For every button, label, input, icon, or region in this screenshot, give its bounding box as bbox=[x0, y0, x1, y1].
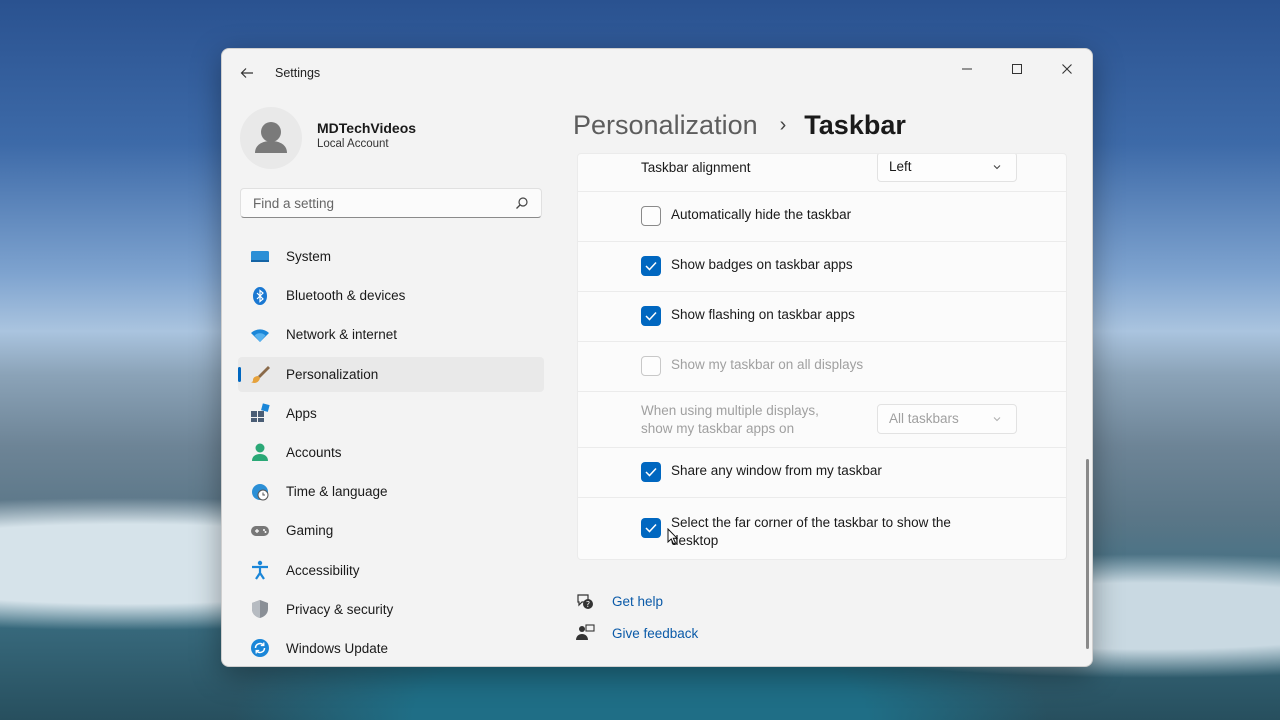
update-icon bbox=[249, 637, 271, 659]
maximize-button[interactable] bbox=[994, 55, 1040, 83]
sidebar-item-label: Time & language bbox=[286, 484, 388, 500]
minimize-button[interactable] bbox=[944, 55, 990, 83]
wifi-icon bbox=[249, 324, 271, 346]
all-displays-label: Show my taskbar on all displays bbox=[671, 357, 864, 372]
apps-icon bbox=[249, 402, 271, 424]
sidebar-item-accounts[interactable]: Accounts bbox=[238, 435, 544, 470]
sidebar-item-label: Network & internet bbox=[286, 327, 398, 343]
close-icon bbox=[1062, 64, 1072, 74]
multi-display-label-line1: When using multiple displays, bbox=[641, 403, 819, 418]
back-button[interactable] bbox=[236, 62, 258, 84]
bluetooth-icon bbox=[249, 285, 271, 307]
paintbrush-icon bbox=[249, 363, 271, 385]
sidebar-item-privacy[interactable]: Privacy & security bbox=[238, 592, 544, 627]
checkmark-icon bbox=[645, 467, 657, 477]
sidebar-item-label: Accessibility bbox=[286, 562, 360, 578]
auto-hide-label: Automatically hide the taskbar bbox=[671, 207, 852, 222]
person-icon bbox=[249, 441, 271, 463]
sidebar-item-label: Bluetooth & devices bbox=[286, 288, 406, 304]
flashing-checkbox[interactable] bbox=[641, 306, 661, 326]
sidebar-item-accessibility[interactable]: Accessibility bbox=[238, 553, 544, 588]
globe-clock-icon bbox=[249, 481, 271, 503]
far-corner-label-line1: Select the far corner of the taskbar to … bbox=[671, 515, 951, 530]
all-displays-row: Show my taskbar on all displays bbox=[578, 342, 1066, 392]
dropdown-value: All taskbars bbox=[889, 411, 959, 426]
auto-hide-row[interactable]: Automatically hide the taskbar bbox=[578, 192, 1066, 242]
sidebar-item-label: Windows Update bbox=[286, 640, 389, 656]
shield-icon bbox=[249, 598, 271, 620]
close-button[interactable] bbox=[1044, 55, 1090, 83]
checkmark-icon bbox=[645, 523, 657, 533]
sidebar-item-bluetooth[interactable]: Bluetooth & devices bbox=[238, 278, 544, 313]
taskbar-alignment-label: Taskbar alignment bbox=[641, 160, 751, 175]
sidebar-item-personalization[interactable]: Personalization bbox=[238, 356, 544, 392]
give-feedback-label: Give feedback bbox=[612, 625, 699, 641]
sidebar-item-label: Accounts bbox=[286, 444, 342, 460]
sidebar-item-gaming[interactable]: Gaming bbox=[238, 513, 544, 548]
auto-hide-checkbox[interactable] bbox=[641, 206, 661, 226]
sidebar-item-apps[interactable]: Apps bbox=[238, 396, 544, 431]
get-help-label: Get help bbox=[612, 593, 664, 609]
minimize-icon bbox=[962, 68, 972, 70]
sidebar-item-windows-update[interactable]: Windows Update bbox=[238, 631, 544, 666]
scrollbar[interactable] bbox=[1086, 459, 1089, 649]
give-feedback-link[interactable]: Give feedback bbox=[574, 622, 698, 644]
multi-display-label-line2: show my taskbar apps on bbox=[641, 421, 795, 436]
search-box bbox=[240, 188, 542, 218]
checkmark-icon bbox=[645, 311, 657, 321]
settings-window: Settings MDTechVideos Local Account Syst… bbox=[221, 48, 1093, 667]
mouse-cursor-icon bbox=[667, 528, 679, 545]
maximize-icon bbox=[1012, 64, 1022, 74]
sidebar-item-label: Personalization bbox=[286, 366, 379, 382]
breadcrumb-parent[interactable]: Personalization bbox=[573, 110, 758, 141]
sidebar-item-label: Privacy & security bbox=[286, 601, 394, 617]
taskbar-alignment-row: Taskbar alignment Left bbox=[578, 154, 1066, 192]
share-window-checkbox[interactable] bbox=[641, 462, 661, 482]
user-silhouette-icon bbox=[255, 122, 287, 153]
sidebar-item-system[interactable]: System bbox=[238, 239, 544, 274]
checkmark-icon bbox=[645, 261, 657, 271]
taskbar-behaviors-panel: Taskbar alignment Left Automatically hid… bbox=[577, 153, 1067, 560]
sidebar-nav: System Bluetooth & devices Network & int… bbox=[238, 239, 544, 666]
sidebar-item-time-language[interactable]: Time & language bbox=[238, 474, 544, 509]
breadcrumb-separator-icon: › bbox=[779, 113, 787, 136]
profile-name: MDTechVideos bbox=[317, 120, 417, 136]
flashing-label: Show flashing on taskbar apps bbox=[671, 307, 855, 322]
breadcrumb: Personalization › Taskbar bbox=[573, 105, 906, 145]
help-chat-icon: ? bbox=[574, 590, 596, 612]
accessibility-icon bbox=[249, 559, 271, 581]
sidebar-item-label: System bbox=[286, 249, 332, 264]
avatar[interactable] bbox=[240, 107, 302, 169]
multi-display-dropdown[interactable]: All taskbars bbox=[877, 404, 1017, 434]
search-input[interactable] bbox=[251, 195, 505, 212]
far-corner-checkbox[interactable] bbox=[641, 518, 661, 538]
share-window-row[interactable]: Share any window from my taskbar bbox=[578, 448, 1066, 498]
chevron-down-icon bbox=[993, 165, 1001, 170]
far-corner-row[interactable]: Select the far corner of the taskbar to … bbox=[578, 498, 1066, 559]
share-window-label: Share any window from my taskbar bbox=[671, 463, 882, 478]
system-icon bbox=[249, 246, 271, 268]
taskbar-alignment-dropdown[interactable]: Left bbox=[877, 154, 1017, 182]
app-title: Settings bbox=[275, 66, 321, 80]
sidebar-item-label: Apps bbox=[286, 405, 317, 421]
search-icon[interactable] bbox=[515, 196, 529, 210]
get-help-link[interactable]: ? Get help bbox=[574, 590, 663, 612]
badges-label: Show badges on taskbar apps bbox=[671, 257, 853, 272]
badges-row[interactable]: Show badges on taskbar apps bbox=[578, 242, 1066, 292]
flashing-row[interactable]: Show flashing on taskbar apps bbox=[578, 292, 1066, 342]
back-arrow-icon bbox=[240, 68, 253, 78]
gamepad-icon bbox=[249, 520, 271, 542]
sidebar-item-network[interactable]: Network & internet bbox=[238, 317, 544, 352]
sidebar-item-label: Gaming bbox=[286, 523, 334, 539]
account-type: Local Account bbox=[317, 138, 389, 150]
chevron-down-icon bbox=[993, 417, 1001, 422]
all-displays-checkbox[interactable] bbox=[641, 356, 661, 376]
multi-display-row: When using multiple displays, show my ta… bbox=[578, 392, 1066, 448]
svg-text:?: ? bbox=[586, 600, 590, 609]
feedback-icon bbox=[574, 622, 596, 644]
dropdown-value: Left bbox=[889, 159, 912, 174]
page-title: Taskbar bbox=[804, 109, 906, 140]
title-bar: Settings bbox=[222, 49, 1092, 97]
badges-checkbox[interactable] bbox=[641, 256, 661, 276]
